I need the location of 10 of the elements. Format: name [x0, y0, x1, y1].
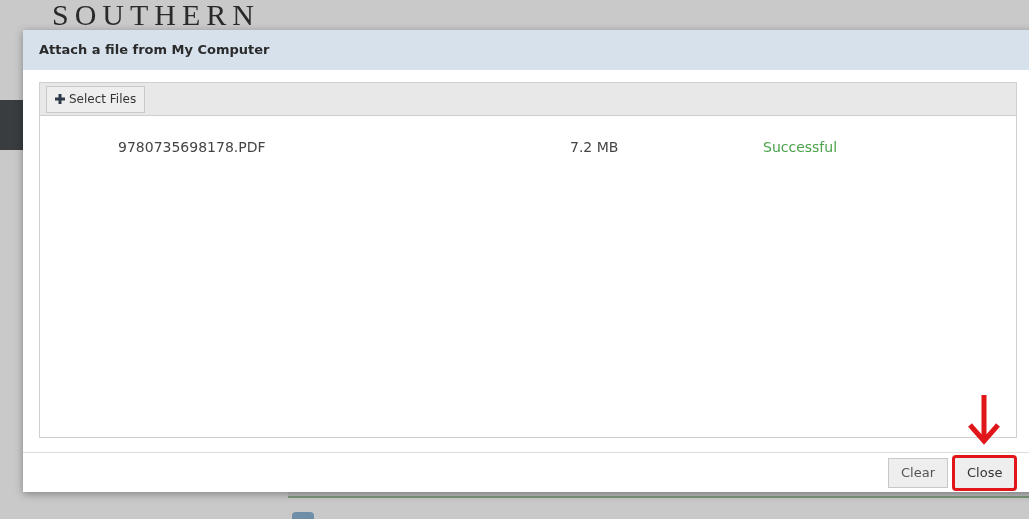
- file-name: 9780735698178.PDF: [118, 137, 267, 157]
- upload-status: Successful: [763, 137, 838, 157]
- sidebar-bar: [0, 100, 24, 150]
- dialog-button[interactable]: Close: [952, 454, 1018, 491]
- file-size: 7.2 MB: [570, 137, 620, 157]
- select-files-button[interactable]: Select Files: [46, 85, 146, 113]
- dialog-button[interactable]: Clear: [888, 457, 948, 488]
- plus-icon: [55, 94, 65, 104]
- dialog-title: Attach a file from My Computer: [39, 41, 270, 60]
- site-title: SOUTHERN: [52, 0, 260, 31]
